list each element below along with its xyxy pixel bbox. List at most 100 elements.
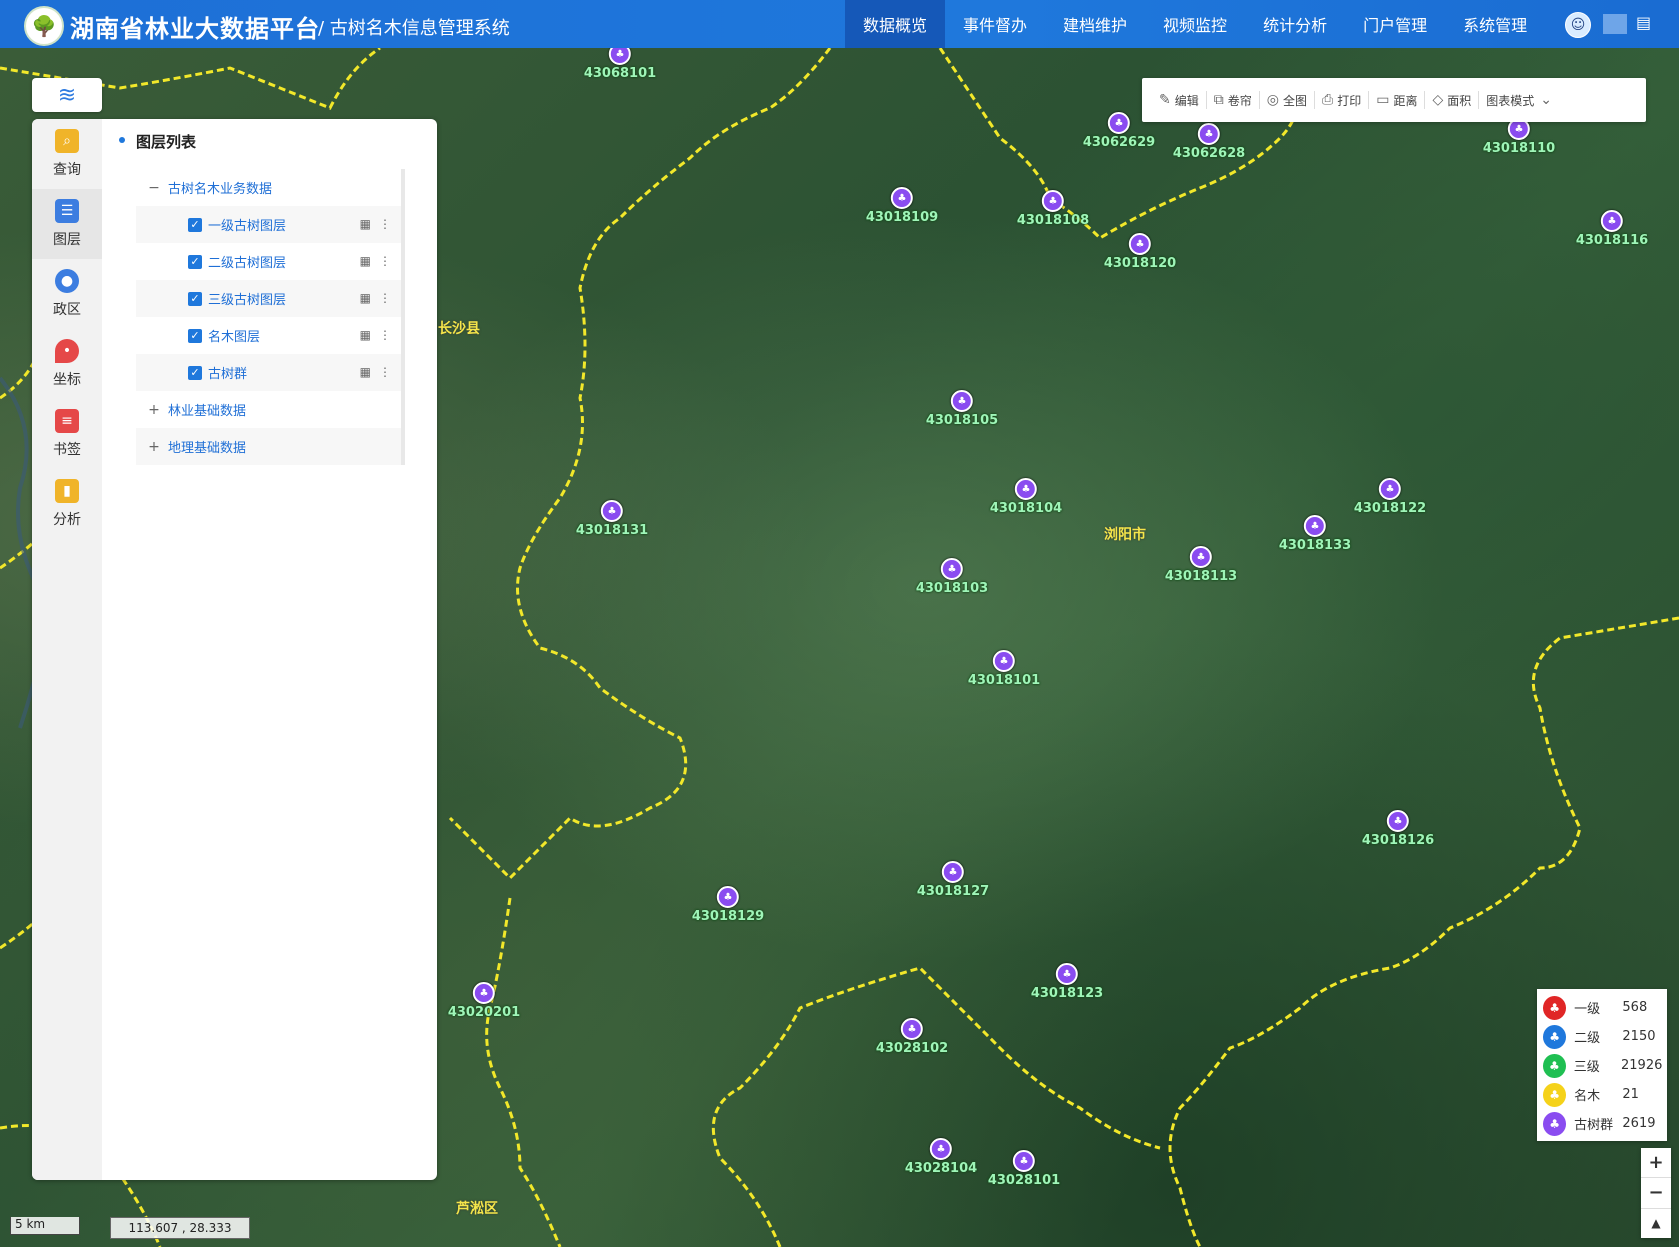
tree-group-marker[interactable]: ♣ 43018105	[926, 390, 998, 428]
user-avatar-icon[interactable]: ☺	[1565, 12, 1591, 38]
more-icon[interactable]: ⋮	[379, 291, 391, 305]
opacity-icon[interactable]: ▦	[360, 254, 371, 268]
marker-code: 43018122	[1353, 501, 1427, 516]
tree-group-icon: ♣	[993, 650, 1015, 672]
nav-item-video[interactable]: 视频监控	[1145, 0, 1245, 48]
zoom-out-button[interactable]: −	[1641, 1178, 1671, 1209]
sidebar-item-layers[interactable]: ☰ 图层	[32, 189, 102, 259]
tree-group-marker[interactable]: ♣ 43028102	[876, 1018, 948, 1056]
checkbox-checked-icon[interactable]: ✓	[188, 328, 202, 343]
chart-mode-dropdown[interactable]: 图表模式 ⌄	[1479, 91, 1563, 109]
layers-swipe-icon: ⧉	[1213, 92, 1224, 108]
tree-group-icon: ♣	[1042, 190, 1064, 212]
tree-group-forestry[interactable]: + 林业基础数据	[136, 391, 401, 428]
tree-group-icon: ♣	[930, 1138, 952, 1160]
print-tool[interactable]: ⎙ 打印	[1315, 91, 1370, 109]
sidebar-item-coordinates[interactable]: • 坐标	[32, 329, 102, 399]
tree-group-marker[interactable]: ♣ 43018109	[866, 187, 938, 225]
tree-group-marker[interactable]: ♣ 43018103	[916, 558, 988, 596]
checkbox-checked-icon[interactable]: ✓	[188, 254, 202, 269]
manual-book-icon[interactable]: ▤	[1636, 13, 1656, 33]
edit-tool[interactable]: ✎ 编辑	[1152, 91, 1207, 109]
collapse-icon[interactable]: −	[148, 181, 160, 195]
tree-group-marker[interactable]: ♣ 43018126	[1362, 810, 1434, 848]
username-placeholder[interactable]	[1603, 14, 1627, 34]
tree-group-marker[interactable]: ♣ 43020201	[448, 982, 520, 1020]
tree-group-marker[interactable]: ♣ 43018131	[576, 500, 648, 538]
opacity-icon[interactable]: ▦	[360, 217, 371, 231]
full-extent-tool[interactable]: ◎ 全图	[1260, 91, 1315, 109]
tree-layer-famous[interactable]: ✓ 名木图层 ▦ ⋮	[136, 317, 401, 354]
distance-tool[interactable]: ▭ 距离	[1369, 91, 1426, 109]
tree-layer-level1[interactable]: ✓ 一级古树图层 ▦ ⋮	[136, 206, 401, 243]
checkbox-checked-icon[interactable]: ✓	[188, 291, 202, 306]
marker-code: 43018103	[915, 581, 989, 596]
opacity-icon[interactable]: ▦	[360, 328, 371, 342]
more-icon[interactable]: ⋮	[379, 254, 391, 268]
more-icon[interactable]: ⋮	[379, 217, 391, 231]
nav-item-overview[interactable]: 数据概览	[845, 0, 946, 48]
tree-group-marker[interactable]: ♣ 43018108	[1017, 190, 1089, 228]
ruler-icon: ▭	[1376, 92, 1390, 108]
tree-group-marker[interactable]: ♣ 43018122	[1354, 478, 1426, 516]
marker-code: 43018104	[989, 501, 1063, 516]
zoom-in-button[interactable]: +	[1641, 1148, 1671, 1179]
sidebar-item-bookmark[interactable]: ≡ 书签	[32, 399, 102, 469]
tree-group-marker[interactable]: ♣ 43028104	[905, 1138, 977, 1176]
expand-icon[interactable]: +	[148, 403, 160, 417]
tree-blue-icon: ♣	[1543, 1024, 1567, 1049]
tree-group-marker[interactable]: ♣ 43018120	[1104, 233, 1176, 271]
top-nav: 数据概览 事件督办 建档维护 视频监控 统计分析 门户管理 系统管理	[845, 0, 1545, 48]
north-arrow-icon[interactable]: ▲	[1641, 1209, 1671, 1238]
area-icon: ◇	[1432, 92, 1444, 108]
swipe-tool[interactable]: ⧉ 卷帘	[1207, 91, 1260, 109]
marker-code: 43018116	[1575, 233, 1649, 248]
tree-group-geography[interactable]: + 地理基础数据	[136, 428, 401, 465]
coordinate-readout: 113.607 , 28.333	[110, 1217, 250, 1239]
marker-code: 43018126	[1361, 833, 1435, 848]
tree-group-marker[interactable]: ♣ 43018123	[1031, 963, 1103, 1001]
checkbox-checked-icon[interactable]: ✓	[188, 365, 202, 380]
tree-group-marker[interactable]: ♣ 43068101	[584, 48, 656, 81]
more-icon[interactable]: ⋮	[379, 328, 391, 342]
tree-group-icon: ♣	[1190, 546, 1212, 568]
nav-item-statistics[interactable]: 统计分析	[1245, 0, 1345, 48]
more-icon[interactable]: ⋮	[379, 365, 391, 379]
sidebar-item-query[interactable]: ⌕ 查询	[32, 119, 102, 189]
tree-group-marker[interactable]: ♣ 43018104	[990, 478, 1062, 516]
opacity-icon[interactable]: ▦	[360, 291, 371, 305]
opacity-icon[interactable]: ▦	[360, 365, 371, 379]
tree-group-marker[interactable]: ♣ 43018129	[692, 886, 764, 924]
sidebar-item-region[interactable]: ● 政区	[32, 259, 102, 329]
scale-bar: 5 km	[10, 1217, 80, 1235]
legend-row-level3: ♣ 三级 21926	[1543, 1051, 1662, 1080]
nav-item-portal[interactable]: 门户管理	[1345, 0, 1445, 48]
tree-group-marker[interactable]: ♣ 43028101	[988, 1150, 1060, 1188]
tree-group-marker[interactable]: ♣ 43018127	[917, 861, 989, 899]
layer-list-title: 图层列表	[136, 133, 197, 151]
nav-item-archive[interactable]: 建档维护	[1045, 0, 1145, 48]
tree-group-icon: ♣	[1198, 123, 1220, 145]
layers-toggle-button[interactable]: ≋	[32, 78, 102, 112]
marker-code: 43018131	[575, 523, 649, 538]
tree-group-marker[interactable]: ♣ 43062628	[1173, 123, 1245, 161]
sidebar-item-analysis[interactable]: ▮ 分析	[32, 469, 102, 539]
printer-icon: ⎙	[1322, 92, 1334, 108]
tree-group-heritage[interactable]: − 古树名木业务数据	[136, 169, 401, 206]
zoom-controls: + − ▲	[1641, 1148, 1671, 1238]
tree-group-marker[interactable]: ♣ 43018116	[1576, 210, 1648, 248]
area-tool[interactable]: ◇ 面积	[1425, 91, 1480, 109]
expand-icon[interactable]: +	[148, 440, 160, 454]
tree-group-marker[interactable]: ♣ 43018101	[968, 650, 1040, 688]
tree-layer-level2[interactable]: ✓ 二级古树图层 ▦ ⋮	[136, 243, 401, 280]
checkbox-checked-icon[interactable]: ✓	[188, 217, 202, 232]
tree-layer-group[interactable]: ✓ 古树群 ▦ ⋮	[136, 354, 401, 391]
tree-group-marker[interactable]: ♣ 43018133	[1279, 515, 1351, 553]
tree-layer-level3[interactable]: ✓ 三级古树图层 ▦ ⋮	[136, 280, 401, 317]
nav-item-system[interactable]: 系统管理	[1445, 0, 1545, 48]
marker-code: 43028102	[875, 1041, 949, 1056]
nav-item-events[interactable]: 事件督办	[945, 0, 1045, 48]
tree-group-marker[interactable]: ♣ 43018113	[1165, 546, 1237, 584]
tree-group-icon: ♣	[1543, 1111, 1567, 1136]
tree-group-marker[interactable]: ♣ 43018110	[1483, 118, 1555, 156]
